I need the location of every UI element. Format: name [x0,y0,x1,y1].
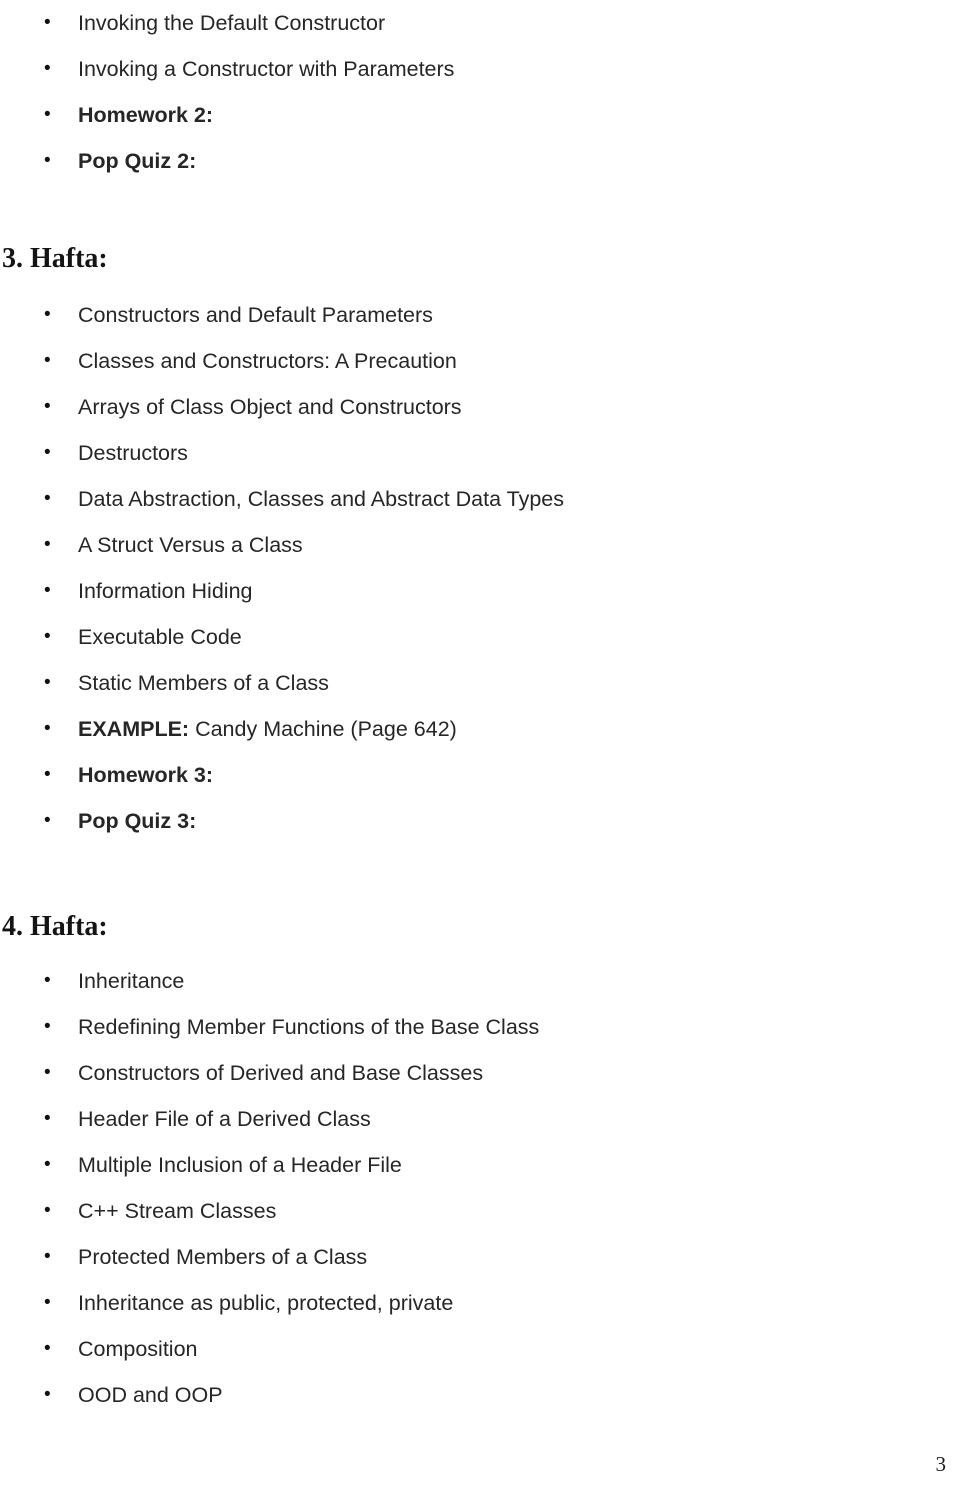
bullet-icon: • [44,104,51,125]
bullet-icon: • [44,58,51,79]
bullet-icon: • [44,1338,51,1359]
heading-spacer [0,944,960,958]
list-item-label: Composition [78,1337,198,1361]
list-item: • Invoking the Default Constructor [0,0,960,46]
bullet-icon: • [44,1108,51,1129]
bullet-icon: • [44,1292,51,1313]
bullet-icon: • [44,626,51,647]
list-item-label: Homework 3: [78,763,214,787]
example-text: Candy Machine (Page 642) [189,717,457,741]
bullet-icon: • [44,534,51,555]
bullet-icon: • [44,12,51,33]
bullet-icon: • [44,580,51,601]
list-item-label: Pop Quiz 2: [78,149,197,173]
list-item-label: EXAMPLE: Candy Machine (Page 642) [78,717,457,741]
bullet-icon: • [44,810,51,831]
list-item: • Invoking a Constructor with Parameters [0,46,960,92]
list-item-label: Invoking the Default Constructor [78,11,386,35]
list-item-label: A Struct Versus a Class [78,533,303,557]
bullet-icon: • [44,1200,51,1221]
list-item: • Header File of a Derived Class [0,1096,960,1142]
list-item-label: C++ Stream Classes [78,1199,277,1223]
list-item: • Destructors [0,430,960,476]
list-item: • Homework 2: [0,92,960,138]
bullet-icon: • [44,150,51,171]
bullet-list-section-1: • Constructors and Default Parameters • … [0,292,960,844]
list-item: • Composition [0,1326,960,1372]
list-item: • Classes and Constructors: A Precaution [0,338,960,384]
bullet-icon: • [44,396,51,417]
list-item-label: Redefining Member Functions of the Base … [78,1015,540,1039]
list-item-label: Inheritance [78,969,185,993]
list-item: • Pop Quiz 3: [0,798,960,844]
bullet-icon: • [44,970,51,991]
page-number: 3 [935,1452,947,1476]
document-content: • Invoking the Default Constructor • Inv… [0,0,960,1418]
document-page: • Invoking the Default Constructor • Inv… [0,0,960,1485]
bullet-icon: • [44,1384,51,1405]
list-item-label: Header File of a Derived Class [78,1107,371,1131]
heading-spacer [0,276,960,292]
list-item-label: Protected Members of a Class [78,1245,368,1269]
bullet-icon: • [44,304,51,325]
list-item: • Constructors and Default Parameters [0,292,960,338]
bullet-icon: • [44,672,51,693]
bullet-icon: • [44,764,51,785]
list-item: • Multiple Inclusion of a Header File [0,1142,960,1188]
list-item-label: Data Abstraction, Classes and Abstract D… [78,487,564,511]
section-heading-hafta-3: 3. Hafta: [2,243,108,274]
list-item: • A Struct Versus a Class [0,522,960,568]
bullet-icon: • [44,350,51,371]
list-item-label: Constructors and Default Parameters [78,303,433,327]
list-item-label: Constructors of Derived and Base Classes [78,1061,484,1085]
list-item-label: OOD and OOP [78,1383,223,1407]
bullet-icon: • [44,1016,51,1037]
list-item: • Pop Quiz 2: [0,138,960,184]
list-item: • Inheritance [0,958,960,1004]
list-item: • Data Abstraction, Classes and Abstract… [0,476,960,522]
list-item: • Information Hiding [0,568,960,614]
section-heading-hafta-4: 4. Hafta: [2,911,108,942]
bullet-icon: • [44,1246,51,1267]
list-item: • OOD and OOP [0,1372,960,1418]
list-item: • Inheritance as public, protected, priv… [0,1280,960,1326]
bullet-list-section-0: • Invoking the Default Constructor • Inv… [0,0,960,184]
list-item-example: • EXAMPLE: Candy Machine (Page 642) [0,706,960,752]
bullet-icon: • [44,1154,51,1175]
list-item-label: Static Members of a Class [78,671,329,695]
list-item: • Executable Code [0,614,960,660]
list-item-label: Classes and Constructors: A Precaution [78,349,457,373]
list-item: • C++ Stream Classes [0,1188,960,1234]
list-item-label: Inheritance as public, protected, privat… [78,1291,454,1315]
bullet-icon: • [44,488,51,509]
list-item: • Constructors of Derived and Base Class… [0,1050,960,1096]
list-item: • Redefining Member Functions of the Bas… [0,1004,960,1050]
list-item-label: Homework 2: [78,103,214,127]
list-item-label: Executable Code [78,625,242,649]
list-item: • Arrays of Class Object and Constructor… [0,384,960,430]
list-item-label: Invoking a Constructor with Parameters [78,57,455,81]
list-item-label: Pop Quiz 3: [78,809,197,833]
list-item-label: Destructors [78,441,188,465]
bullet-icon: • [44,442,51,463]
list-item-label: Arrays of Class Object and Constructors [78,395,462,419]
list-item: • Homework 3: [0,752,960,798]
example-label: EXAMPLE: [78,717,190,741]
list-item: • Static Members of a Class [0,660,960,706]
bullet-icon: • [44,1062,51,1083]
bullet-icon: • [44,718,51,739]
list-item-label: Information Hiding [78,579,253,603]
bullet-list-section-2: • Inheritance • Redefining Member Functi… [0,958,960,1418]
list-item: • Protected Members of a Class [0,1234,960,1280]
list-item-label: Multiple Inclusion of a Header File [78,1153,402,1177]
